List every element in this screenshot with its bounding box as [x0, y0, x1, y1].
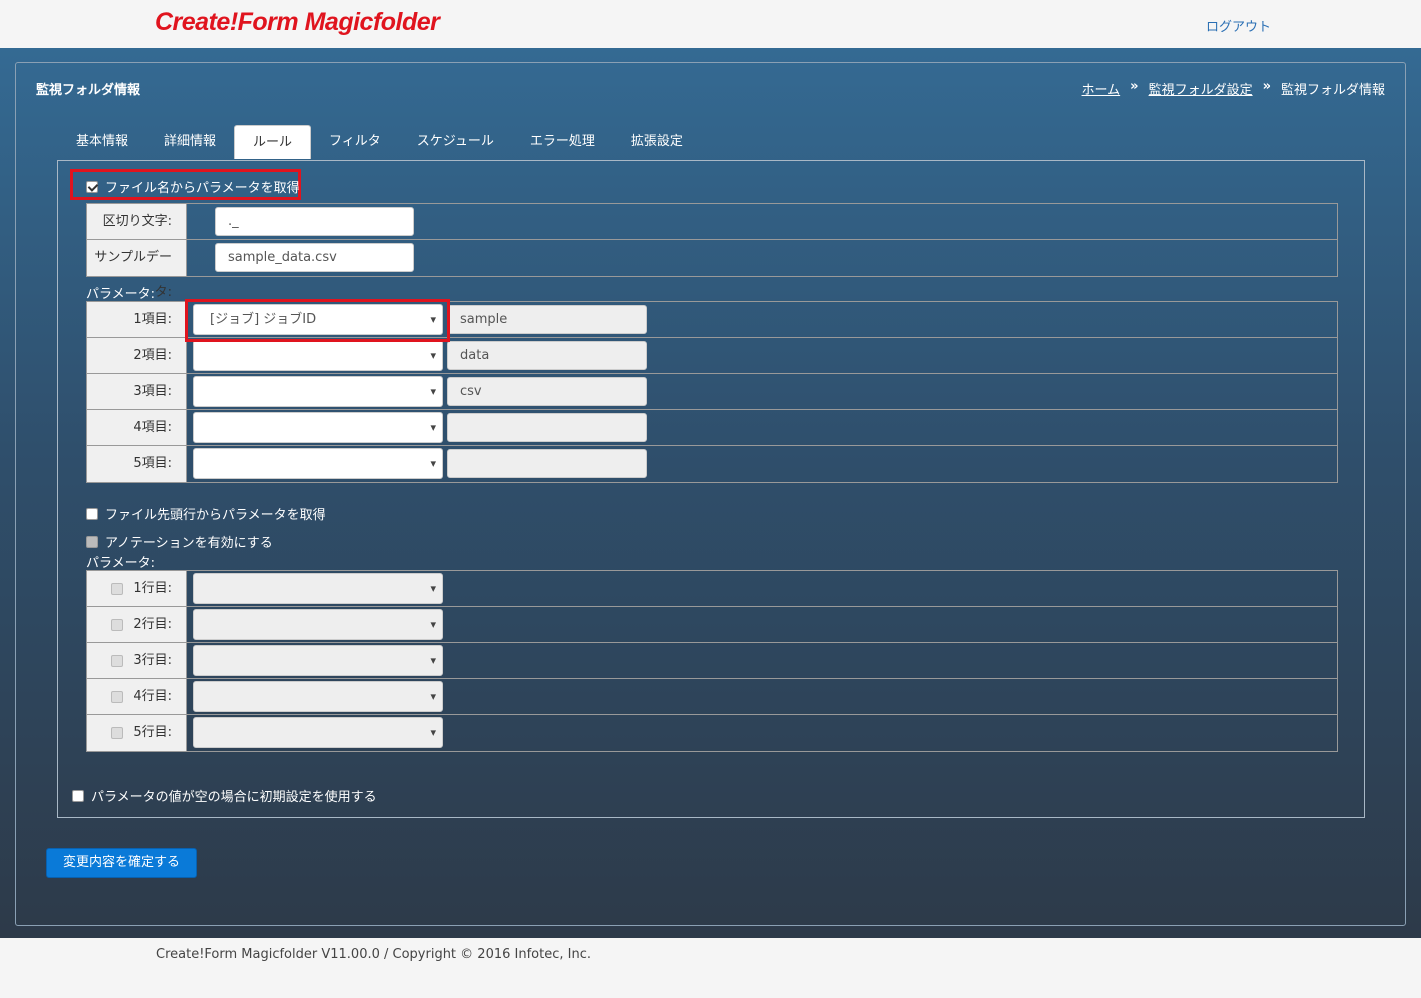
- line-label: 5行目:: [133, 725, 172, 740]
- sample-data-label: サンプルデータ:: [87, 240, 187, 300]
- line-5-checkbox[interactable]: [111, 726, 124, 739]
- table-row: 2項目: data: [87, 338, 1337, 374]
- firstline-param-option: ファイル先頭行からパラメータを取得: [86, 504, 326, 523]
- param-label: 5項目:: [87, 446, 187, 482]
- top-bar: Create!Form Magicfolder ログアウト: [0, 0, 1421, 48]
- param-label: 2項目:: [87, 338, 187, 373]
- tab-rules[interactable]: ルール: [234, 125, 312, 159]
- table-row: 3行目:: [87, 643, 1337, 679]
- line-label: 3行目:: [133, 653, 172, 668]
- annotation-option: アノテーションを有効にする: [86, 532, 273, 551]
- breadcrumb-folder-settings[interactable]: 監視フォルダ設定: [1149, 79, 1253, 98]
- app-logo: Create!Form Magicfolder: [155, 8, 440, 36]
- param-label: 1項目:: [87, 302, 187, 337]
- filename-param-label: ファイル名からパラメータを取得: [105, 181, 300, 196]
- param-5-select[interactable]: [193, 448, 443, 479]
- filename-param-checkbox[interactable]: [86, 180, 98, 193]
- param-1-value: sample: [447, 305, 647, 334]
- annotation-checkbox[interactable]: [86, 535, 98, 548]
- page-title: 監視フォルダ情報: [36, 83, 141, 98]
- filename-settings-table: 区切り文字: ._ サンプルデータ: sample_data.csv: [86, 203, 1338, 300]
- param-label: 3項目:: [87, 374, 187, 409]
- line-4-select[interactable]: [193, 681, 443, 712]
- default-value-option: パラメータの値が空の場合に初期設定を使用する: [72, 786, 377, 805]
- tab-extended-settings[interactable]: 拡張設定: [613, 125, 701, 159]
- rules-tab-content: ファイル名からパラメータを取得 区切り文字: ._ サンプルデータ: sampl…: [57, 160, 1365, 818]
- table-row: 5項目:: [87, 446, 1337, 482]
- firstline-param-label: ファイル先頭行からパラメータを取得: [105, 508, 326, 523]
- tab-bar: 基本情報 詳細情報 ルール フィルタ スケジュール エラー処理 拡張設定: [58, 125, 701, 159]
- table-row: 3項目: csv: [87, 374, 1337, 410]
- table-row: 4行目:: [87, 679, 1337, 715]
- logout-link[interactable]: ログアウト: [1206, 16, 1271, 35]
- param-5-value: [447, 449, 647, 478]
- table-row: 1行目:: [87, 571, 1337, 607]
- line-2-checkbox[interactable]: [111, 618, 124, 631]
- table-row: サンプルデータ: sample_data.csv: [87, 240, 1337, 300]
- table-row: 2行目:: [87, 607, 1337, 643]
- line-2-select[interactable]: [193, 609, 443, 640]
- line-1-checkbox[interactable]: [111, 582, 124, 595]
- default-value-checkbox[interactable]: [72, 789, 84, 802]
- line-3-checkbox[interactable]: [111, 654, 124, 667]
- line-5-select[interactable]: [193, 717, 443, 748]
- line-4-checkbox[interactable]: [111, 690, 124, 703]
- folder-info-panel: 監視フォルダ情報 ホーム » 監視フォルダ設定 » 監視フォルダ情報 基本情報 …: [15, 62, 1406, 926]
- param-3-select[interactable]: [193, 376, 443, 407]
- tab-error-handling[interactable]: エラー処理: [512, 125, 613, 159]
- param-2-select[interactable]: [193, 340, 443, 371]
- copyright-text: Create!Form Magicfolder V11.00.0 / Copyr…: [156, 947, 591, 962]
- annotation-label: アノテーションを有効にする: [105, 536, 273, 551]
- tab-filter[interactable]: フィルタ: [311, 125, 399, 159]
- delimiter-input[interactable]: ._: [215, 207, 414, 236]
- breadcrumb-home[interactable]: ホーム: [1082, 79, 1121, 98]
- param-4-select[interactable]: [193, 412, 443, 443]
- confirm-changes-button[interactable]: 変更内容を確定する: [46, 848, 197, 878]
- firstline-params-table: 1行目: 2行目: 3行目: 4行目: 5行目:: [86, 570, 1338, 752]
- param-label: 4項目:: [87, 410, 187, 445]
- param-2-value: data: [447, 341, 647, 370]
- sample-data-input[interactable]: sample_data.csv: [215, 243, 414, 272]
- delimiter-label: 区切り文字:: [87, 204, 187, 239]
- filename-params-label: パラメータ:: [86, 287, 155, 302]
- tab-schedule[interactable]: スケジュール: [399, 125, 512, 159]
- default-value-label: パラメータの値が空の場合に初期設定を使用する: [91, 790, 377, 805]
- table-row: 4項目:: [87, 410, 1337, 446]
- firstline-params-label: パラメータ:: [86, 556, 155, 571]
- line-3-select[interactable]: [193, 645, 443, 676]
- main-area: 監視フォルダ情報 ホーム » 監視フォルダ設定 » 監視フォルダ情報 基本情報 …: [0, 48, 1421, 938]
- param-4-value: [447, 413, 647, 442]
- line-label: 4行目:: [133, 689, 172, 704]
- highlight-param-1-select: [185, 299, 450, 342]
- line-label: 2行目:: [133, 617, 172, 632]
- table-row: 5行目:: [87, 715, 1337, 751]
- breadcrumb-separator: »: [1130, 79, 1139, 94]
- breadcrumb-current: 監視フォルダ情報: [1280, 83, 1385, 98]
- breadcrumb: ホーム » 監視フォルダ設定 » 監視フォルダ情報: [1082, 79, 1385, 98]
- table-row: 区切り文字: ._: [87, 204, 1337, 240]
- breadcrumb-separator: »: [1262, 79, 1271, 94]
- line-label: 1行目:: [133, 581, 172, 596]
- param-3-value: csv: [447, 377, 647, 406]
- footer: Create!Form Magicfolder V11.00.0 / Copyr…: [0, 938, 1421, 998]
- tab-basic-info[interactable]: 基本情報: [58, 125, 146, 159]
- firstline-param-checkbox[interactable]: [86, 507, 98, 520]
- line-1-select[interactable]: [193, 573, 443, 604]
- filename-param-option: ファイル名からパラメータを取得: [86, 177, 300, 196]
- tab-detail-info[interactable]: 詳細情報: [146, 125, 234, 159]
